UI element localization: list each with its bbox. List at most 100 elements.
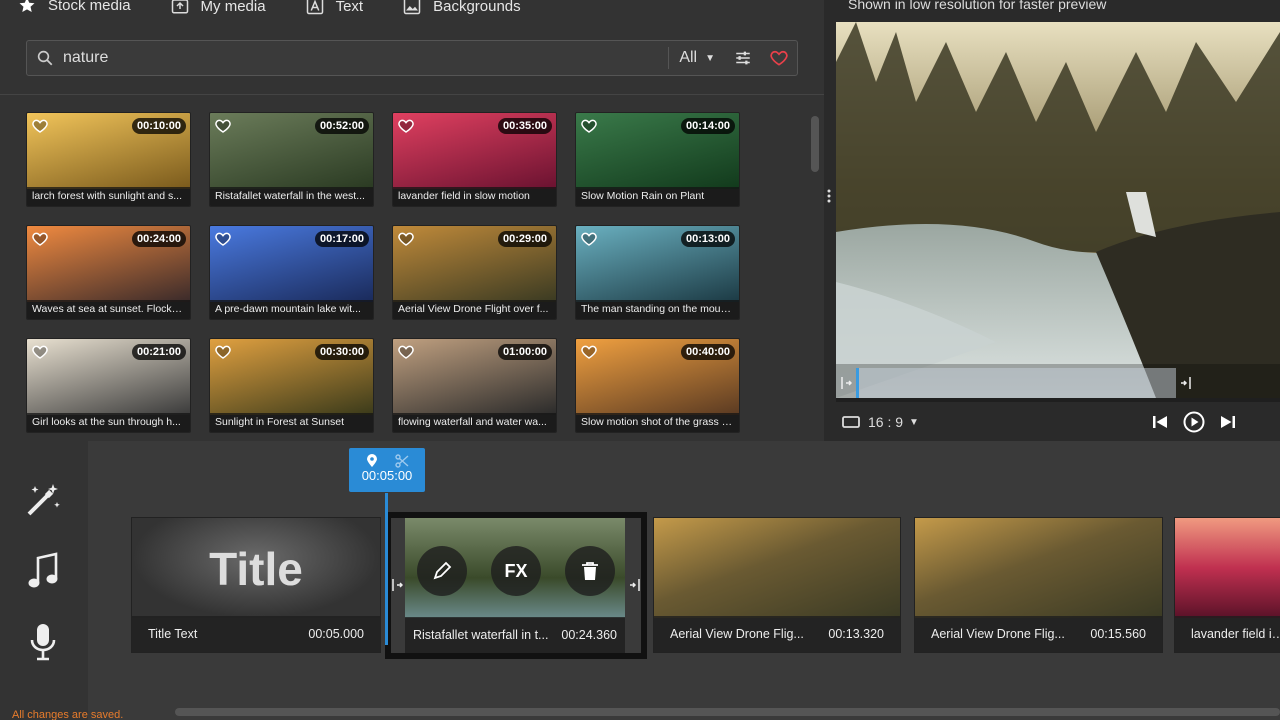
timeline-clip-title[interactable]: Title Title Text 00:05.000 [131, 517, 381, 653]
search-icon [27, 49, 63, 67]
filter-settings-button[interactable] [725, 41, 761, 75]
media-card[interactable]: 00:17:00 A pre-dawn mountain lake wit... [209, 225, 374, 320]
media-library: Stock media My media Text Backgrounds na… [0, 0, 824, 441]
media-card[interactable]: 00:35:00 lavander field in slow motion [392, 112, 557, 207]
video-editor: Stock media My media Text Backgrounds na… [0, 0, 1280, 720]
caret-down-icon: ▼ [909, 416, 919, 428]
trim-end-icon [1180, 376, 1192, 390]
play-button[interactable] [1182, 410, 1206, 434]
media-duration: 00:52:00 [314, 118, 369, 134]
caret-down-icon: ▼ [705, 52, 715, 64]
clip-label: Aerial View Drone Flig... 00:13.320 [654, 616, 900, 652]
media-duration: 00:29:00 [497, 231, 552, 247]
favorite-heart-icon[interactable] [31, 230, 49, 248]
clip-label: Title Text 00:05.000 [132, 616, 380, 652]
timeline-clip[interactable]: lavander field in s [1174, 517, 1280, 653]
clip-actions: FX [417, 546, 615, 596]
tab-backgrounds[interactable]: Backgrounds [385, 0, 543, 18]
clip-duration: 00:13.320 [828, 627, 884, 641]
media-upload-icon [171, 0, 189, 15]
media-type-select[interactable]: All ▼ [669, 49, 725, 67]
favorite-heart-icon[interactable] [397, 117, 415, 135]
music-button[interactable] [22, 551, 64, 593]
timeline-clip-selected[interactable]: FX Ristafallet waterfall in t... 00:24.3… [385, 512, 647, 659]
media-card[interactable]: 00:13:00 The man standing on the moun... [575, 225, 740, 320]
split-scissors-icon[interactable] [394, 454, 409, 468]
media-duration: 00:10:00 [131, 118, 186, 134]
favorites-filter-button[interactable] [761, 41, 797, 75]
media-title: lavander field in slow motion [393, 187, 556, 206]
favorite-heart-icon[interactable] [214, 230, 232, 248]
trim-right-handle[interactable] [629, 578, 641, 592]
clip-duration: 00:24.360 [561, 628, 617, 642]
preview-scrubber[interactable] [836, 364, 1280, 402]
aspect-ratio-icon [842, 416, 860, 428]
favorite-heart-icon[interactable] [214, 117, 232, 135]
tab-label: Backgrounds [433, 0, 521, 15]
media-title: Waves at sea at sunset. Flocks ... [27, 300, 190, 319]
clip-thumbnail [915, 518, 1162, 618]
preview-video[interactable] [836, 22, 1280, 398]
trim-left-handle[interactable] [391, 578, 404, 592]
media-card[interactable]: 01:00:00 flowing waterfall and water wa.… [392, 338, 557, 433]
playhead-line[interactable] [385, 493, 388, 645]
magic-wand-button[interactable] [22, 479, 64, 521]
favorite-heart-icon[interactable] [580, 343, 598, 361]
media-duration: 00:17:00 [314, 231, 369, 247]
search-input[interactable] [63, 49, 669, 67]
tab-text[interactable]: Text [288, 0, 386, 18]
timeline-scrollbar[interactable] [175, 708, 1280, 716]
favorite-heart-icon[interactable] [31, 343, 49, 361]
favorite-heart-icon[interactable] [580, 230, 598, 248]
favorite-heart-icon[interactable] [214, 343, 232, 361]
media-type-value: All [679, 49, 698, 66]
preview-selection[interactable] [856, 368, 1176, 398]
clip-duration: 00:15.560 [1090, 627, 1146, 641]
microphone-icon [30, 624, 56, 661]
fx-button[interactable]: FX [491, 546, 541, 596]
edit-clip-button[interactable] [417, 546, 467, 596]
playback-controls [1148, 410, 1240, 434]
play-icon [1183, 411, 1205, 433]
favorite-heart-icon[interactable] [397, 343, 415, 361]
panel-resize-handle[interactable] [826, 188, 832, 204]
skip-back-button[interactable] [1148, 410, 1172, 434]
library-tabs: Stock media My media Text Backgrounds [0, 0, 543, 20]
music-note-icon [28, 552, 58, 588]
trim-end-icon [630, 579, 640, 591]
media-duration: 00:30:00 [314, 344, 369, 360]
voiceover-button[interactable] [22, 621, 64, 663]
timeline-clip[interactable]: Aerial View Drone Flig... 00:15.560 [914, 517, 1163, 653]
favorite-heart-icon[interactable] [580, 117, 598, 135]
media-title: A pre-dawn mountain lake wit... [210, 300, 373, 319]
skip-forward-icon [1221, 416, 1235, 428]
tab-stock-media[interactable]: Stock media [0, 0, 153, 18]
media-card[interactable]: 00:14:00 Slow Motion Rain on Plant [575, 112, 740, 207]
favorite-heart-icon[interactable] [31, 117, 49, 135]
favorite-heart-icon[interactable] [397, 230, 415, 248]
timeline-track: Title Title Text 00:05.000 FX Ristafalle… [88, 441, 1280, 720]
media-card[interactable]: 00:24:00 Waves at sea at sunset. Flocks … [26, 225, 191, 320]
media-card[interactable]: 00:30:00 Sunlight in Forest at Sunset [209, 338, 374, 433]
media-card[interactable]: 00:29:00 Aerial View Drone Flight over f… [392, 225, 557, 320]
library-scrollbar[interactable] [811, 116, 819, 172]
skip-forward-button[interactable] [1216, 410, 1240, 434]
pin-icon[interactable] [366, 454, 378, 468]
delete-clip-button[interactable] [565, 546, 615, 596]
preview-controls: 16 : 9 ▼ [824, 404, 1280, 440]
trim-start-icon [840, 376, 853, 390]
media-title: Ristafallet waterfall in the west... [210, 187, 373, 206]
save-status: All changes are saved. [12, 709, 124, 720]
media-card[interactable]: 00:52:00 Ristafallet waterfall in the we… [209, 112, 374, 207]
media-card[interactable]: 00:10:00 larch forest with sunlight and … [26, 112, 191, 207]
media-card[interactable]: 00:21:00 Girl looks at the sun through h… [26, 338, 191, 433]
media-duration: 00:13:00 [680, 231, 735, 247]
aspect-ratio-select[interactable]: 16 : 9 ▼ [842, 414, 919, 430]
playhead-marker[interactable]: 00:05:00 [349, 448, 425, 492]
tab-my-media[interactable]: My media [153, 0, 288, 18]
media-card[interactable]: 00:40:00 Slow motion shot of the grass s… [575, 338, 740, 433]
timeline-clip[interactable]: Aerial View Drone Flig... 00:13.320 [653, 517, 901, 653]
media-duration: 01:00:00 [497, 344, 552, 360]
timeline: Title Title Text 00:05.000 FX Ristafalle… [0, 441, 1280, 720]
clip-name: Aerial View Drone Flig... [931, 627, 1065, 641]
